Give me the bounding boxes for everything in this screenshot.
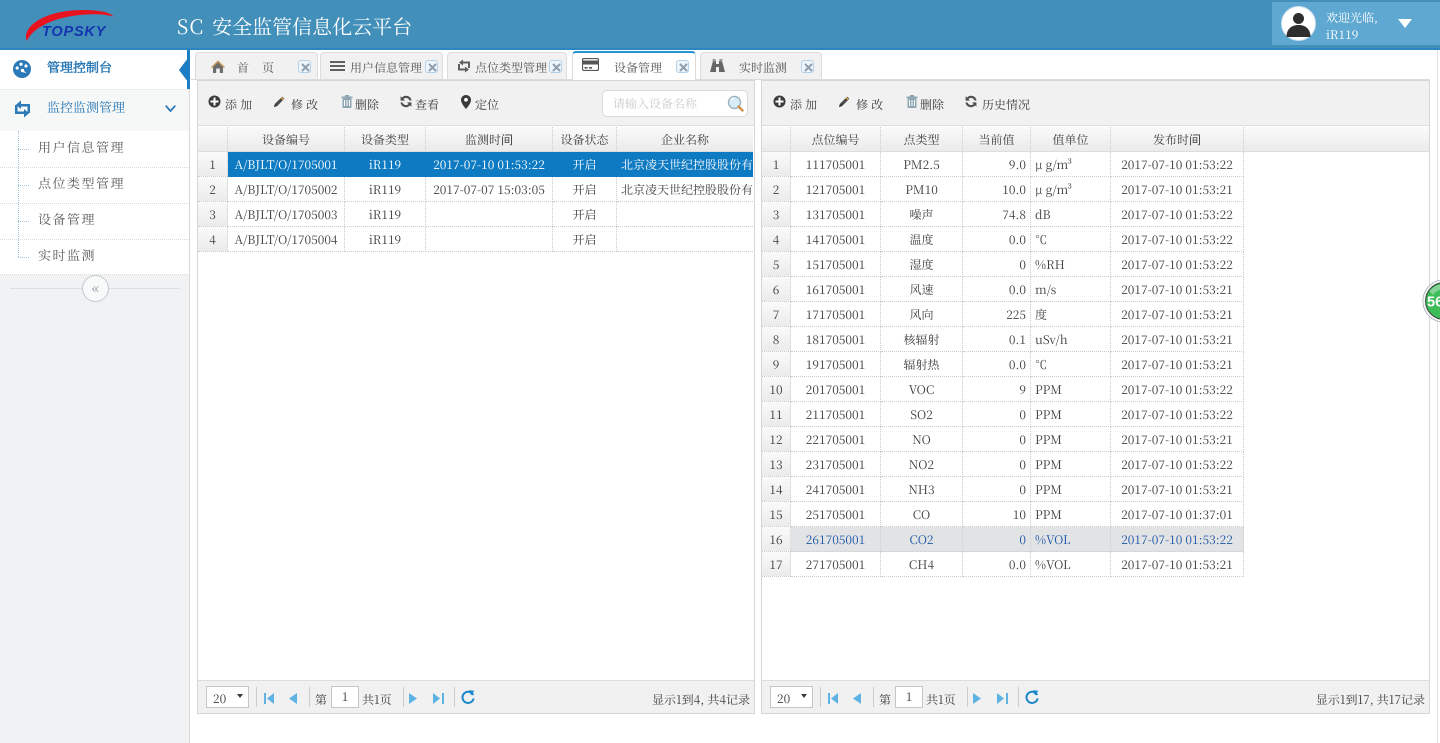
- svg-text:56: 56: [1427, 295, 1440, 311]
- svg-text:TOPSKY: TOPSKY: [42, 24, 107, 40]
